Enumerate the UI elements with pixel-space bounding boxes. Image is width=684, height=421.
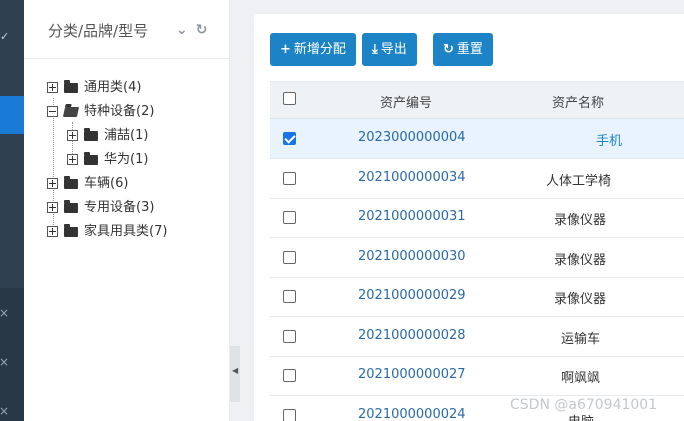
folder-icon [64, 223, 78, 237]
table-row[interactable]: 2021000000030 录像仪器 [270, 238, 684, 278]
asset-name: 手机 [596, 134, 623, 149]
nav-item-active[interactable] [0, 96, 24, 134]
watermark: CSDN @a670941001 [510, 397, 658, 413]
asset-code-link[interactable]: 2023000000004 [358, 130, 466, 145]
tree-node[interactable]: 特种设备(2) [47, 102, 154, 122]
folder-icon [84, 151, 98, 165]
table-row[interactable]: 2021000000031 录像仪器 [270, 198, 684, 238]
category-tree-panel: 分类/品牌/型号 ⌄ ↻ 通用类(4) 特种设备(2) 浦喆(1) 华为(1) 车… [24, 0, 230, 421]
caret-left-icon: ◀ [232, 366, 239, 375]
folder-icon [84, 127, 98, 141]
asset-code-link[interactable]: 2021000000029 [358, 288, 466, 303]
row-checkbox[interactable] [283, 132, 296, 145]
tree-node[interactable]: 车辆(6) [47, 174, 128, 194]
row-checkbox[interactable] [283, 211, 296, 224]
tree-node[interactable]: 华为(1) [67, 150, 148, 170]
tree-node-label: 特种设备(2) [84, 104, 155, 119]
folder-open-icon [62, 106, 80, 117]
tree-node-label: 家具用具类(7) [84, 224, 168, 239]
asset-name: 录像仪器 [554, 292, 607, 307]
add-allocation-button[interactable]: + 新增分配 [270, 33, 356, 66]
folder-icon [64, 175, 78, 189]
asset-name: 啊飒飒 [561, 371, 601, 386]
plus-icon: + [280, 42, 291, 57]
tree-node-label: 通用类(4) [84, 80, 142, 95]
tree-node-label: 专用设备(3) [84, 200, 155, 215]
panel-splitter[interactable]: ◀ [230, 0, 240, 421]
row-checkbox[interactable] [283, 290, 296, 303]
tree-node[interactable]: 家具用具类(7) [47, 222, 167, 242]
row-checkbox[interactable] [283, 251, 296, 264]
select-all-checkbox[interactable] [283, 92, 296, 105]
refresh-icon: ↻ [443, 42, 454, 57]
table-row[interactable]: 2021000000027 啊飒飒 [270, 356, 684, 396]
table-row[interactable]: 2021000000028 运输车 [270, 317, 684, 357]
collapse-icon[interactable] [47, 106, 58, 117]
asset-code-link[interactable]: 2021000000034 [358, 170, 466, 185]
splitter-toggle[interactable]: ◀ [230, 346, 240, 402]
row-checkbox[interactable] [283, 172, 296, 185]
asset-name: 人体工学椅 [546, 174, 612, 189]
asset-code-link[interactable]: 2021000000030 [358, 249, 466, 264]
table-header: 资产编号 资产名称 [270, 81, 684, 119]
table-row[interactable]: 2021000000029 录像仪器 [270, 277, 684, 317]
asset-code-link[interactable]: 2021000000028 [358, 328, 466, 343]
expand-icon[interactable] [67, 130, 78, 141]
asset-name: 运输车 [561, 332, 601, 347]
expand-icon[interactable] [47, 82, 58, 93]
expand-icon[interactable] [47, 178, 58, 189]
divider [24, 58, 230, 59]
table-row[interactable]: 2023000000004 手机 [270, 119, 684, 159]
tree-toolbar: ⌄ ↻ [176, 22, 215, 38]
expand-icon[interactable] [47, 226, 58, 237]
close-icon[interactable]: × [0, 355, 9, 369]
asset-name: 录像仪器 [554, 213, 607, 228]
column-header-code: 资产编号 [380, 96, 433, 111]
row-checkbox[interactable] [283, 330, 296, 343]
asset-code-link[interactable]: 2021000000027 [358, 367, 466, 382]
column-header-name: 资产名称 [552, 96, 605, 111]
tree-node-label: 华为(1) [104, 152, 149, 167]
close-icon[interactable]: × [0, 306, 9, 320]
tree-title: 分类/品牌/型号 [48, 22, 149, 40]
collapse-chevron-icon[interactable]: ⌄ [176, 22, 188, 38]
asset-code-link[interactable]: 2021000000031 [358, 209, 466, 224]
tree-node-label: 浦喆(1) [104, 128, 149, 143]
tree-node[interactable]: 浦喆(1) [67, 126, 148, 146]
tree-node[interactable]: 通用类(4) [47, 78, 141, 98]
expand-icon[interactable] [67, 154, 78, 165]
tree-node[interactable]: 专用设备(3) [47, 198, 154, 218]
asset-name: 录像仪器 [554, 253, 607, 268]
reset-button[interactable]: ↻ 重置 [433, 33, 493, 66]
main-content: + 新增分配 ⤓ 导出 ↻ 重置 资产编号 资产名称 2023000000004 手机… [254, 14, 684, 421]
folder-icon [64, 79, 78, 93]
refresh-icon[interactable]: ↻ [196, 22, 208, 38]
tree-node-label: 车辆(6) [84, 176, 129, 191]
table-row[interactable]: 2021000000034 人体工学椅 [270, 159, 684, 199]
chevron-icon[interactable]: ✓ [0, 30, 9, 43]
left-nav: ✓ × × × [0, 0, 24, 421]
close-icon[interactable]: × [0, 404, 9, 418]
row-checkbox[interactable] [283, 409, 296, 421]
asset-code-link[interactable]: 2021000000024 [358, 407, 466, 421]
export-button[interactable]: ⤓ 导出 [362, 33, 417, 66]
expand-icon[interactable] [47, 202, 58, 213]
folder-icon [64, 199, 78, 213]
download-icon: ⤓ [372, 42, 378, 57]
row-checkbox[interactable] [283, 369, 296, 382]
